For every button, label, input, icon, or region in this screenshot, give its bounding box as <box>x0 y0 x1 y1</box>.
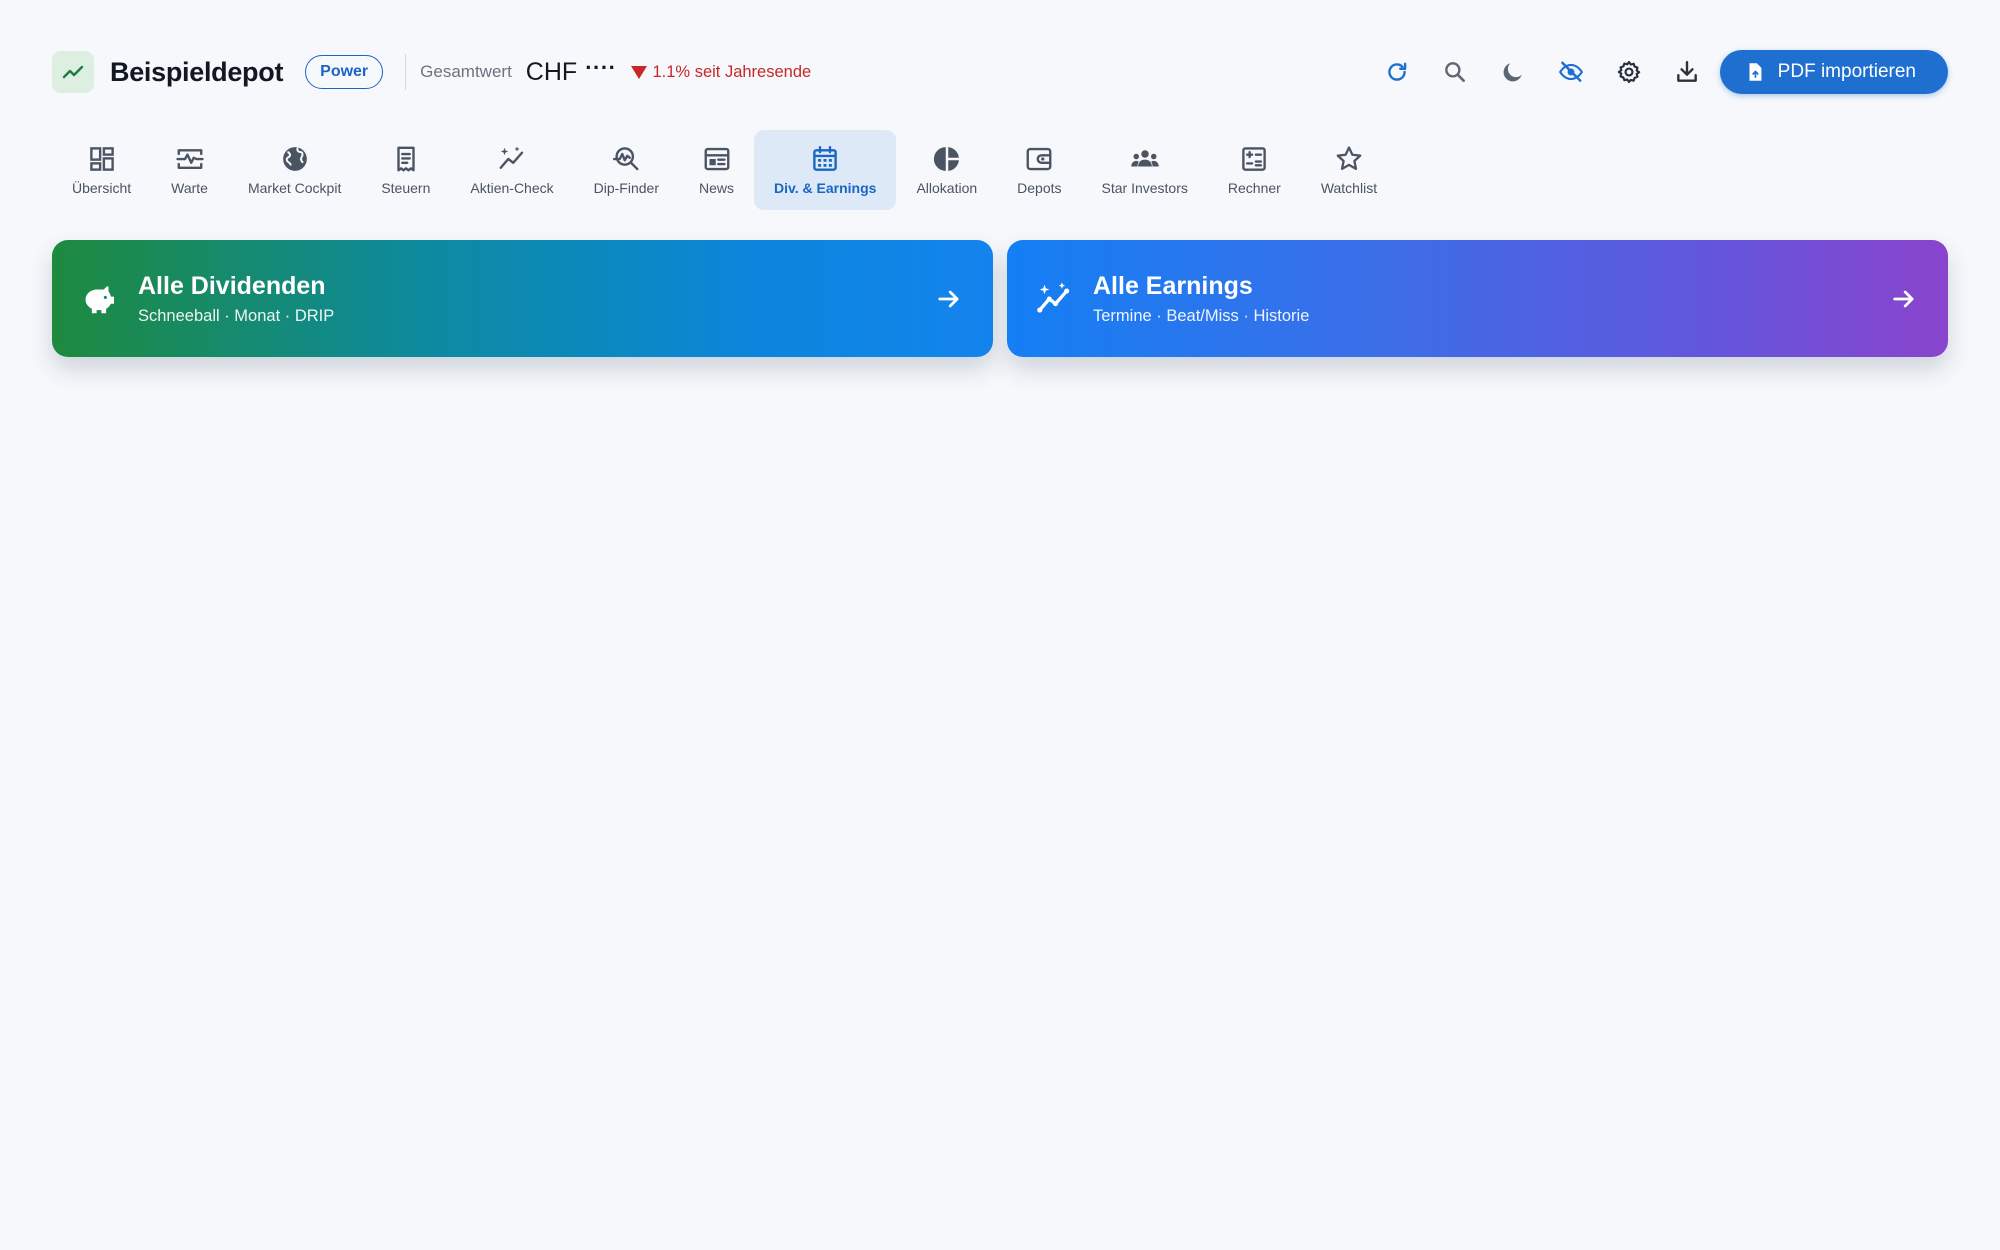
ytd-change-text: 1.1% seit Jahresende <box>652 62 812 81</box>
visibility-off-icon <box>1558 61 1583 82</box>
card-subtitle: Schneeball · Monat · DRIP <box>138 307 335 325</box>
nav-label: News <box>699 180 735 196</box>
earnings-card-text: Alle Earnings Termine · Beat/Miss · Hist… <box>1093 271 1890 326</box>
pdf-import-label: PDF importieren <box>1777 61 1916 82</box>
nav-label: Star Investors <box>1101 180 1188 196</box>
nav-item-div-earnings[interactable]: Div. & Earnings <box>754 130 897 210</box>
nav-item-dip-finder[interactable]: Dip-Finder <box>574 130 679 210</box>
nav-label: Übersicht <box>72 180 132 196</box>
newspaper-icon <box>704 147 729 171</box>
dashboard-icon <box>89 147 114 171</box>
auto-graph-icon <box>499 146 524 169</box>
search-icon <box>1444 62 1465 82</box>
settings-button[interactable] <box>1604 47 1654 97</box>
quick-cards: Alle Dividenden Schneeball · Monat · DRI… <box>52 240 1948 357</box>
nav-item-depots[interactable]: Depots <box>997 130 1081 210</box>
hide-values-button[interactable] <box>1546 47 1596 97</box>
download-button[interactable] <box>1662 47 1712 97</box>
nav-item-rechner[interactable]: Rechner <box>1208 130 1301 210</box>
refresh-button[interactable] <box>1372 47 1422 97</box>
dark-mode-icon <box>1503 63 1522 82</box>
main-nav: Übersicht Warte Market Cockpit Steuern A… <box>52 130 1397 210</box>
card-title: Alle Dividenden <box>138 272 326 300</box>
nav-item-star-investors[interactable]: Star Investors <box>1082 130 1208 210</box>
nav-label: Steuern <box>381 180 431 196</box>
nav-item-aktien-check[interactable]: Aktien-Check <box>450 130 573 210</box>
nav-item-market-cockpit[interactable]: Market Cockpit <box>228 130 361 210</box>
card-subtitle: Termine · Beat/Miss · Historie <box>1093 307 1310 325</box>
arrow-right-icon <box>1893 290 1914 307</box>
nav-label: Dip-Finder <box>593 180 659 196</box>
nav-label: Warte <box>171 180 208 196</box>
query-stats-icon <box>613 147 639 171</box>
dividends-card-text: Alle Dividenden Schneeball · Monat · DRI… <box>138 271 935 326</box>
nav-label: Rechner <box>1227 180 1281 196</box>
nav-item-warte[interactable]: Warte <box>151 130 228 210</box>
nav-label: Watchlist <box>1320 180 1378 196</box>
star-icon <box>1336 146 1362 170</box>
nav-label: Allokation <box>916 180 978 196</box>
trending-up-icon <box>62 65 84 79</box>
nav-label: Aktien-Check <box>470 180 554 196</box>
dark-mode-button[interactable] <box>1488 47 1538 97</box>
app-logo <box>52 51 94 93</box>
app-title: Beispieldepot <box>110 56 284 87</box>
nav-item-watchlist[interactable]: Watchlist <box>1301 130 1397 210</box>
card-title: Alle Earnings <box>1093 272 1253 300</box>
nav-item-uebersicht[interactable]: Übersicht <box>52 130 151 210</box>
earnings-card[interactable]: Alle Earnings Termine · Beat/Miss · Hist… <box>1007 240 1948 357</box>
down-triangle-icon <box>630 65 647 79</box>
total-value-currency: CHF <box>525 57 578 86</box>
search-button[interactable] <box>1430 47 1480 97</box>
top-header: Beispieldepot Power Gesamtwert CHF ···· … <box>52 48 1948 96</box>
file-upload-icon <box>1749 63 1762 81</box>
globe-icon <box>282 147 307 171</box>
arrow-right-icon <box>938 290 959 307</box>
download-icon <box>1676 61 1697 82</box>
nav-item-steuern[interactable]: Steuern <box>361 130 450 210</box>
donut-chart-icon <box>933 147 959 171</box>
nav-label: Market Cockpit <box>247 180 342 196</box>
total-value-masked: ···· <box>585 55 617 80</box>
pdf-import-button[interactable]: PDF importieren <box>1719 50 1948 94</box>
ytd-change: 1.1% seit Jahresende <box>630 62 812 82</box>
calendar-icon <box>813 145 838 171</box>
refresh-icon <box>1387 62 1406 81</box>
auto-graph-icon <box>1037 281 1070 313</box>
total-value-label: Gesamtwert <box>420 62 512 81</box>
nav-label: Div. & Earnings <box>774 180 877 196</box>
nav-item-allokation[interactable]: Allokation <box>896 130 997 210</box>
piggy-bank-icon <box>85 285 115 313</box>
monitor-heart-icon <box>175 149 204 169</box>
nav-item-news[interactable]: News <box>679 130 754 210</box>
nav-label: Depots <box>1017 180 1062 196</box>
receipt-icon <box>397 146 415 172</box>
header-divider <box>405 54 407 90</box>
plan-badge[interactable]: Power <box>305 55 384 89</box>
groups-icon <box>1130 150 1159 167</box>
settings-gear-icon <box>1617 60 1640 84</box>
calculator-icon <box>1242 147 1267 171</box>
dividends-card[interactable]: Alle Dividenden Schneeball · Monat · DRI… <box>52 240 993 357</box>
wallet-icon <box>1026 147 1052 171</box>
